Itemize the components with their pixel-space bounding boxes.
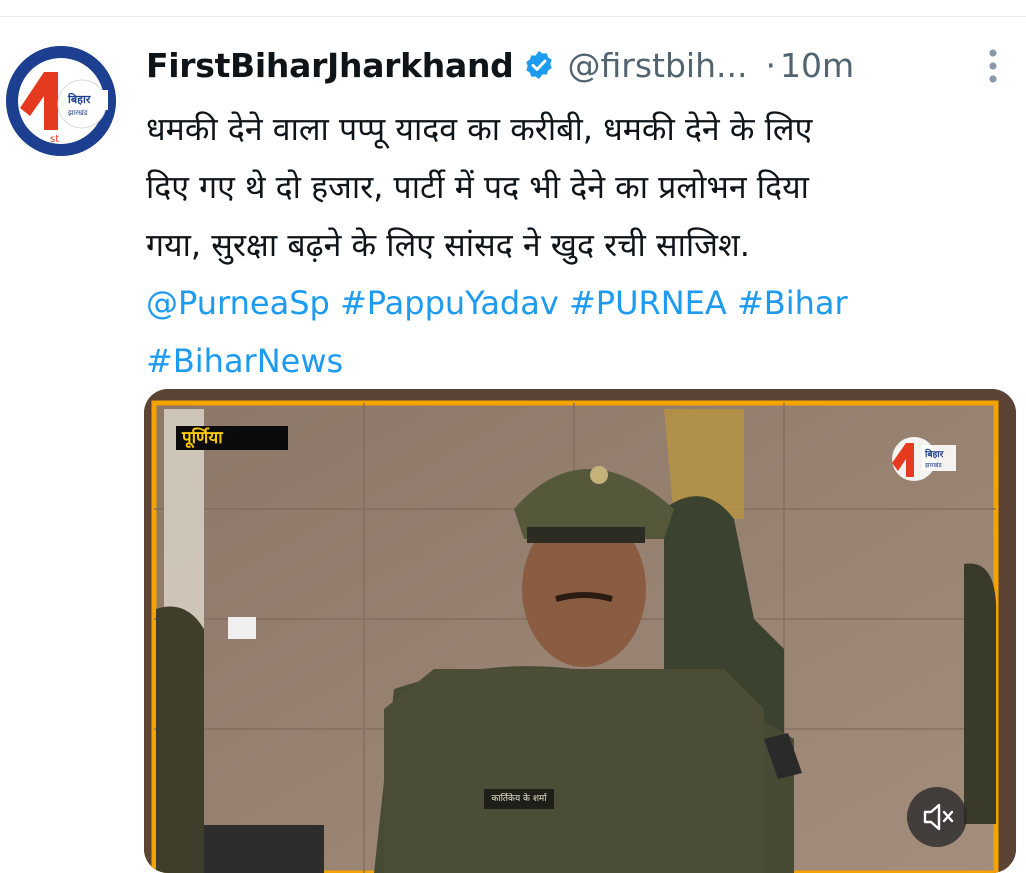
hashtag-link[interactable]: #BiharNews: [146, 342, 343, 380]
tweet-text-line: दिए गए थे दो हजार, पार्टी में पद भी देने…: [146, 168, 809, 206]
user-handle[interactable]: @firstbih...: [567, 46, 747, 85]
verified-badge-icon: [526, 51, 553, 79]
separator-dot: ·: [765, 45, 776, 85]
hashtag-link[interactable]: #PURNEA: [569, 284, 727, 322]
timestamp[interactable]: 10m: [780, 46, 854, 85]
channel-logo-subtext: झारखंड: [925, 462, 942, 469]
tweet-text-line: धमकी देने वाला पप्पू यादव का करीबी, धमकी…: [146, 110, 813, 148]
firstbihar-logo-icon: बिहार झारखंड st: [6, 46, 116, 156]
tags-line: @PurneaSp #PappuYadav #PURNEA #Bihar: [146, 274, 1016, 332]
location-label: पूर्णिया: [176, 426, 288, 450]
channel-logo-text: बिहार: [924, 448, 944, 460]
avatar[interactable]: बिहार झारखंड st: [6, 46, 116, 156]
tweet-text: धमकी देने वाला पप्पू यादव का करीबी, धमकी…: [146, 100, 1016, 390]
volume-muted-icon: [923, 803, 954, 831]
svg-text:st: st: [50, 134, 59, 145]
tweet-header: FirstBiharJharkhand @firstbih... · 10m: [146, 42, 1006, 88]
video-frame: [144, 389, 1016, 873]
officer-nameplate: कार्तिकेय के शर्मा: [491, 794, 547, 804]
hashtag-link[interactable]: #PappuYadav: [340, 284, 559, 322]
more-vertical-icon[interactable]: [988, 48, 998, 84]
firstbihar-logo-icon: बिहार झारखंड: [892, 437, 956, 481]
mention-link[interactable]: @PurneaSp: [146, 284, 330, 322]
top-divider: [0, 16, 1026, 17]
avatar-logo-subtext: झारखंड: [68, 109, 88, 117]
tags-line: #BiharNews: [146, 332, 1016, 390]
hashtag-link[interactable]: #Bihar: [737, 284, 848, 322]
display-name[interactable]: FirstBiharJharkhand: [146, 46, 514, 85]
tweet-text-line: गया, सुरक्षा बढ़ने के लिए सांसद ने खुद र…: [146, 226, 750, 264]
avatar-logo-text: बिहार: [67, 92, 91, 106]
mute-button[interactable]: [907, 787, 967, 847]
video-player[interactable]: पूर्णिया बिहार झारखंड कार्तिकेय के शर्मा: [144, 389, 1016, 873]
